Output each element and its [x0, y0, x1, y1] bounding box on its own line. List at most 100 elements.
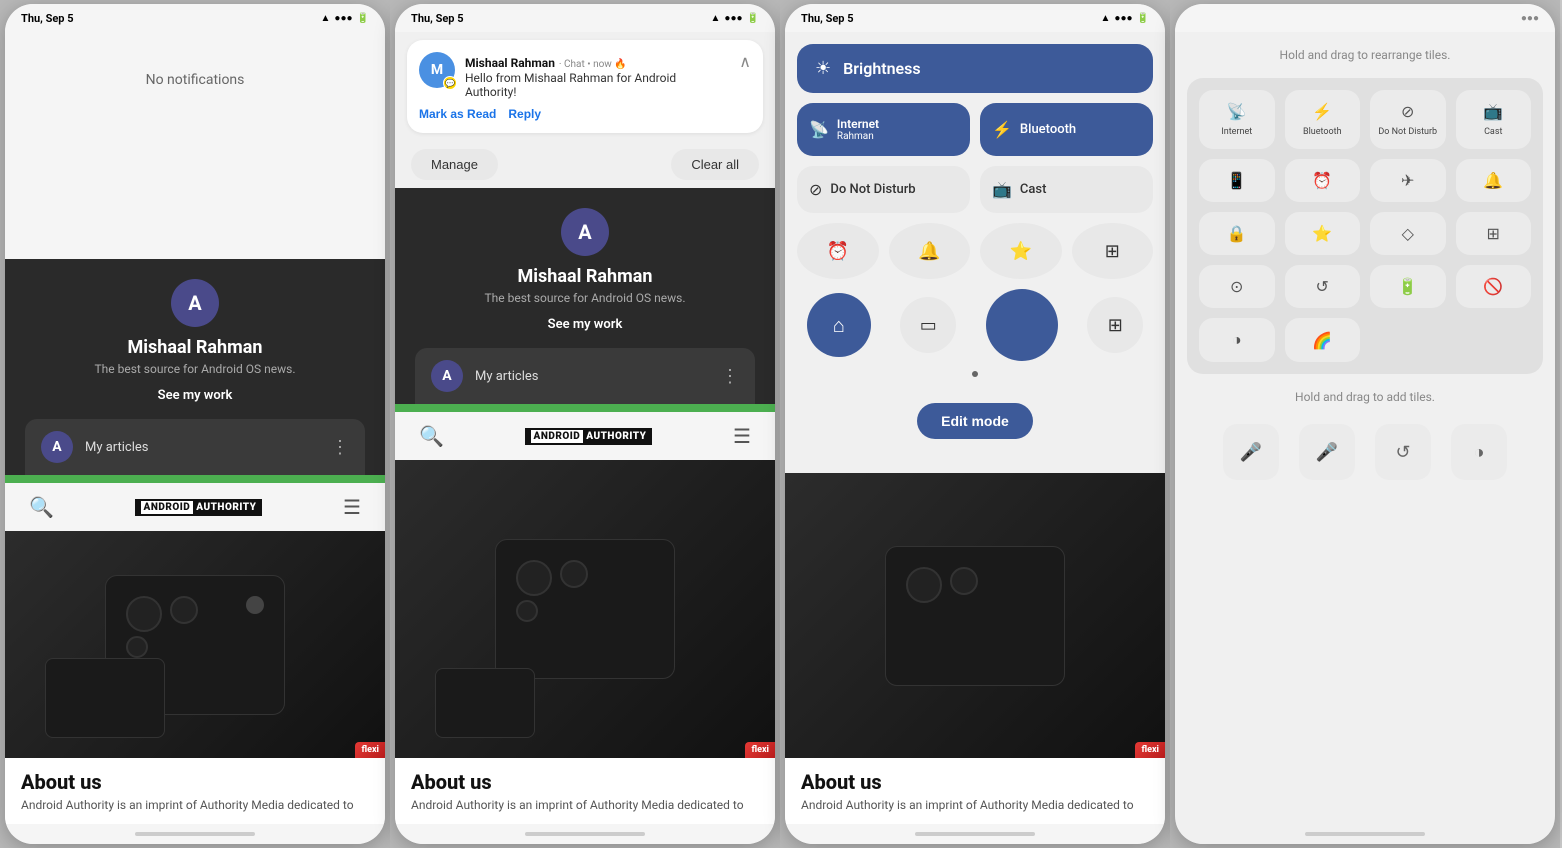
quick-settings-3: ☀ Brightness 📡 Internet Rahman ⚡ Bluet — [785, 32, 1165, 473]
mark-as-read-btn[interactable]: Mark as Read — [419, 107, 496, 121]
status-time-3: Thu, Sep 5 — [801, 12, 854, 25]
profile-name-1: Mishaal Rahman — [128, 337, 263, 358]
edit-tile-12[interactable]: ⊞ — [1456, 212, 1532, 255]
bottom-nav-2: 🔍 ANDROID AUTHORITY ☰ — [395, 412, 775, 460]
internet-icon: 📡 — [809, 120, 829, 139]
menu-icon-2[interactable]: ☰ — [733, 424, 751, 448]
search-icon-2[interactable]: 🔍 — [419, 424, 444, 448]
edit-tile-cast[interactable]: 📺 Cast — [1456, 90, 1532, 149]
internet-label: Internet — [837, 117, 879, 131]
qs-icon-tile-4[interactable]: ⊞ — [1072, 223, 1154, 279]
see-work-link-2[interactable]: See my work — [548, 317, 623, 332]
bluetooth-icon: ⚡ — [992, 120, 1012, 139]
brightness-icon: ☀ — [815, 58, 831, 79]
bottom-nav-1: 🔍 ANDROID AUTHORITY ☰ — [5, 483, 385, 531]
edit-tile-dnd[interactable]: ⊘ Do Not Disturb — [1370, 90, 1446, 149]
edit-tile-9-icon: 🔒 — [1227, 224, 1247, 243]
edit-tile-12-icon: ⊞ — [1487, 224, 1500, 243]
edit-tile-15[interactable]: 🔋 — [1370, 265, 1446, 308]
dnd-label: Do Not Disturb — [830, 182, 915, 197]
flexi-badge-3: flexi — [1135, 742, 1165, 758]
edit-tile-17[interactable]: ◑ — [1199, 318, 1275, 362]
internet-tile[interactable]: 📡 Internet Rahman — [797, 103, 970, 156]
rearrange-hint: Hold and drag to rearrange tiles. — [1175, 32, 1555, 70]
article-image-1: flexi — [5, 531, 385, 758]
about-section-1: About us Android Authority is an imprint… — [5, 758, 385, 824]
edit-cast-label: Cast — [1484, 127, 1502, 137]
brightness-tile[interactable]: ☀ Brightness — [797, 44, 1153, 93]
edit-tile-7-icon: ✈ — [1401, 171, 1414, 190]
edit-tile-13[interactable]: ⊙ — [1199, 265, 1275, 308]
status-icons-3: ▲ ●●● 🔋 — [1101, 13, 1149, 24]
home-bar-1 — [135, 832, 255, 836]
edit-tile-7[interactable]: ✈ — [1370, 159, 1446, 202]
about-section-2: About us Android Authority is an imprint… — [395, 758, 775, 824]
edit-tile-14[interactable]: ↺ — [1285, 265, 1361, 308]
search-icon-1[interactable]: 🔍 — [29, 495, 54, 519]
qs-icon-tile-2[interactable]: 🔔 — [889, 223, 971, 279]
qs-center-tile[interactable] — [986, 289, 1058, 361]
bluetooth-tile[interactable]: ⚡ Bluetooth — [980, 103, 1153, 156]
edit-tile-bluetooth[interactable]: ⚡ Bluetooth — [1285, 90, 1361, 149]
edit-tile-8[interactable]: 🔔 — [1456, 159, 1532, 202]
notification-area-1: No notifications — [5, 32, 385, 259]
status-bar-1: Thu, Sep 5 ▲ ●●● 🔋 — [5, 4, 385, 32]
profile-avatar-2: A — [561, 208, 609, 256]
add-tile-2[interactable]: 🎤 — [1299, 424, 1355, 480]
reply-btn[interactable]: Reply — [508, 107, 541, 121]
phone-panel-2: Thu, Sep 5 ▲ ●●● 🔋 M 💬 Mishaal Rahm — [390, 0, 780, 848]
add-tile-1[interactable]: 🎤 — [1223, 424, 1279, 480]
add-tile-3[interactable]: ↺ — [1375, 424, 1431, 480]
clear-all-button[interactable]: Clear all — [671, 149, 759, 180]
see-work-link-1[interactable]: See my work — [158, 388, 233, 403]
home-indicator-2 — [395, 824, 775, 844]
about-title-2: About us — [411, 770, 759, 794]
notif-close-btn-2[interactable]: ∧ — [739, 52, 751, 71]
cast-tile[interactable]: 📺 Cast — [980, 166, 1153, 213]
screen-1: Thu, Sep 5 ▲ ●●● 🔋 No notifications A Mi… — [5, 4, 385, 844]
article-image-3: flexi — [785, 473, 1165, 758]
articles-dots-2[interactable]: ⋮ — [721, 366, 739, 387]
qs-icon-tile-3[interactable]: ⭐ — [980, 223, 1062, 279]
article-image-2: flexi — [395, 460, 775, 758]
qs-med-tile-2[interactable]: ⊞ — [1087, 297, 1143, 353]
edit-tile-6[interactable]: ⏰ — [1285, 159, 1361, 202]
qs-row-1: 📡 Internet Rahman ⚡ Bluetooth — [797, 103, 1153, 156]
edit-tile-18[interactable]: 🌈 — [1285, 318, 1361, 362]
notif-header-2: M 💬 Mishaal Rahman · Chat • now 🔥 Hello … — [419, 52, 751, 99]
edit-mode-button[interactable]: Edit mode — [917, 403, 1033, 439]
notification-card-2: M 💬 Mishaal Rahman · Chat • now 🔥 Hello … — [407, 40, 763, 133]
edit-tile-6-icon: ⏰ — [1312, 171, 1332, 190]
about-body-3: Android Authority is an imprint of Autho… — [801, 798, 1149, 812]
edit-tile-10[interactable]: ⭐ — [1285, 212, 1361, 255]
edit-tile-9[interactable]: 🔒 — [1199, 212, 1275, 255]
qs-row-2: ⊘ Do Not Disturb 📺 Cast — [797, 166, 1153, 213]
profile-subtitle-1: The best source for Android OS news. — [95, 362, 296, 376]
edit-bluetooth-label: Bluetooth — [1303, 127, 1342, 137]
add-tile-3-icon: ↺ — [1395, 442, 1410, 463]
qs-med-tile-1[interactable]: ▭ — [900, 297, 956, 353]
edit-tile-internet[interactable]: 📡 Internet — [1199, 90, 1275, 149]
home-bar-2 — [525, 832, 645, 836]
edit-bluetooth-icon: ⚡ — [1312, 102, 1332, 121]
dnd-tile[interactable]: ⊘ Do Not Disturb — [797, 166, 970, 213]
manage-area-2: Manage Clear all — [395, 141, 775, 188]
profile-avatar-1: A — [171, 279, 219, 327]
profile-subtitle-2: The best source for Android OS news. — [485, 291, 686, 305]
articles-dots-1[interactable]: ⋮ — [331, 437, 349, 458]
edit-tile-16[interactable]: 🚫 — [1456, 265, 1532, 308]
edit-dnd-icon: ⊘ — [1401, 102, 1414, 121]
edit-tile-11[interactable]: ◇ — [1370, 212, 1446, 255]
manage-button[interactable]: Manage — [411, 149, 498, 180]
no-notifications-text: No notifications — [126, 32, 265, 108]
qs-home-tile[interactable]: ⌂ — [807, 293, 871, 357]
menu-icon-1[interactable]: ☰ — [343, 495, 361, 519]
edit-tiles-grid: 📡 Internet ⚡ Bluetooth ⊘ Do Not Disturb … — [1187, 78, 1543, 374]
edit-tile-5[interactable]: 📱 — [1199, 159, 1275, 202]
home-indicator-4 — [1175, 824, 1555, 844]
add-tile-4[interactable]: ◑ — [1451, 424, 1507, 480]
home-bar-3 — [915, 832, 1035, 836]
dnd-icon: ⊘ — [809, 180, 822, 199]
add-tile-4-icon: ◑ — [1474, 442, 1485, 463]
qs-icon-tile-1[interactable]: ⏰ — [797, 223, 879, 279]
